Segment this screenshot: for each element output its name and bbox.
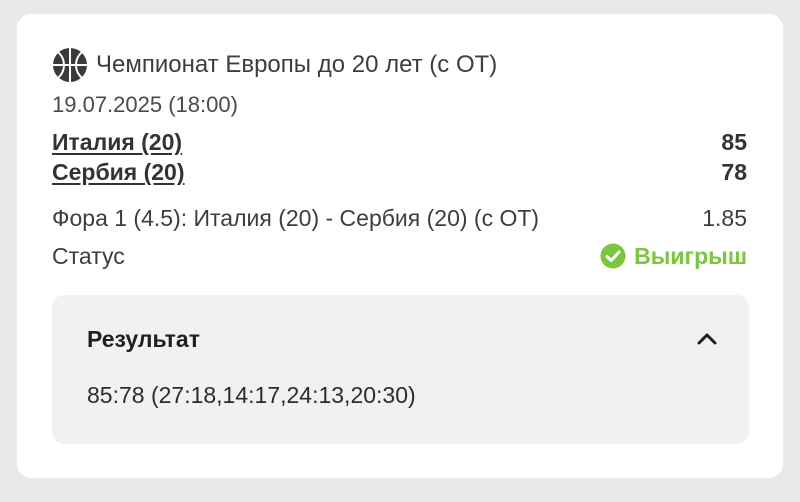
basketball-icon	[52, 47, 88, 83]
result-title: Результат	[87, 326, 200, 352]
result-panel: Результат 85:78 (27:18,14:17,24:13,20:30…	[52, 295, 749, 444]
team-away-score: 78	[721, 159, 747, 185]
check-circle-icon	[600, 243, 626, 269]
status-badge: Выигрыш	[600, 240, 747, 272]
bet-odds: 1.85	[702, 205, 747, 231]
team-home-score: 85	[721, 129, 747, 155]
bet-card: Чемпионат Европы до 20 лет (с ОТ) 19.07.…	[17, 14, 783, 478]
league-name: Чемпионат Европы до 20 лет (с ОТ)	[96, 51, 498, 78]
team-home-link[interactable]: Италия (20)	[52, 127, 182, 157]
match-datetime: 19.07.2025 (18:00)	[52, 92, 238, 117]
chevron-up-icon[interactable]	[695, 327, 719, 351]
status-label: Статус	[52, 243, 125, 269]
league-row: Чемпионат Европы до 20 лет (с ОТ)	[52, 47, 497, 83]
bet-selection: Фора 1 (4.5): Италия (20) - Сербия (20) …	[52, 205, 540, 231]
result-score-detail: 85:78 (27:18,14:17,24:13,20:30)	[87, 382, 416, 408]
team-away-link[interactable]: Сербия (20)	[52, 157, 185, 187]
status-value: Выигрыш	[634, 243, 747, 269]
